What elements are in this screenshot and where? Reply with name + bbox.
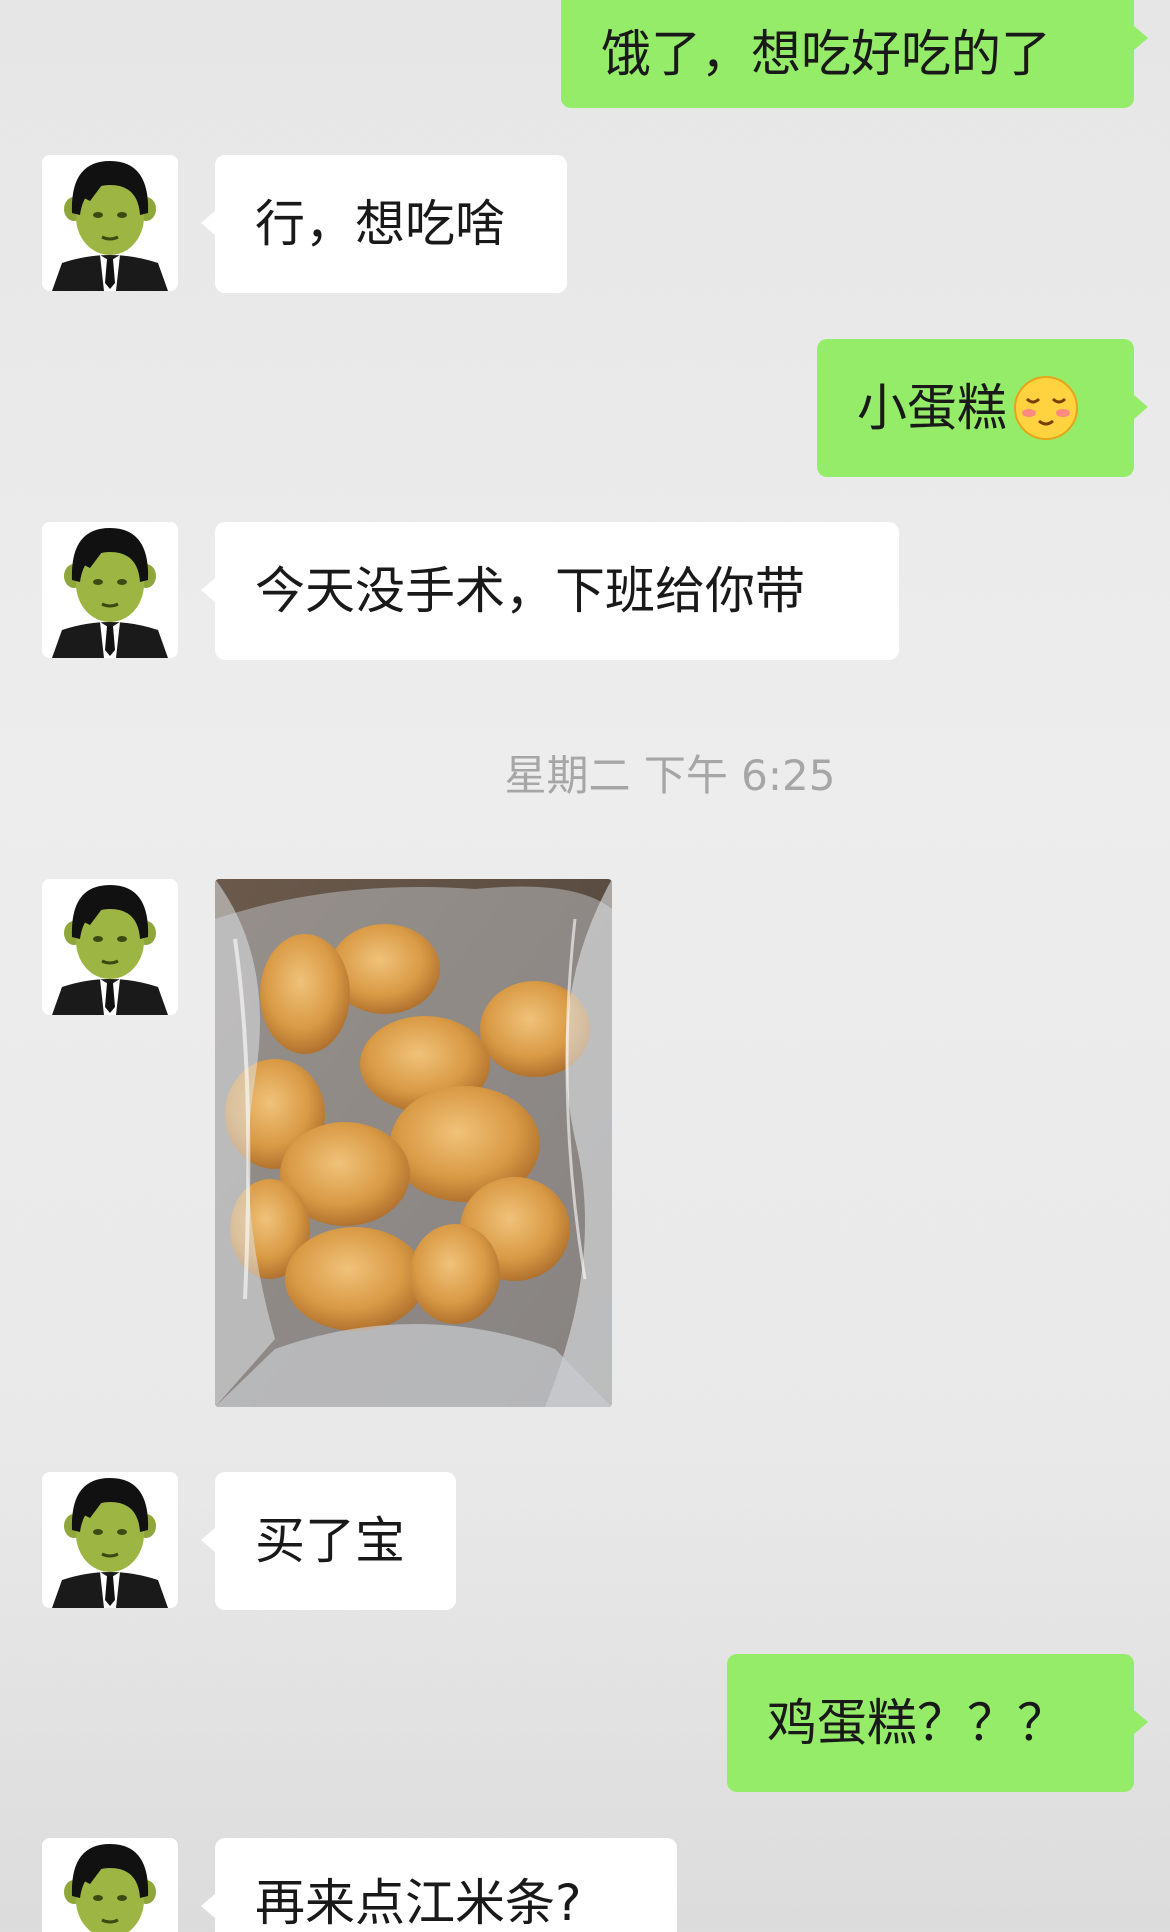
message-bubble-incoming[interactable]: 行，想吃啥 [201,155,567,293]
message-text: 行，想吃啥 [255,195,505,253]
message-bubble-outgoing[interactable]: 鸡蛋糕？？？ [727,1654,1148,1792]
shy-smile-emoji-icon [1014,376,1078,440]
message-bubble-incoming[interactable]: 买了宝 [201,1472,456,1610]
message-text: 买了宝 [255,1512,405,1570]
message-timestamp: 星期二 下午 6:25 [504,751,836,800]
avatar[interactable] [42,1472,178,1608]
message-text: 饿了，想吃好吃的了 [601,25,1051,83]
avatar[interactable] [42,879,178,1015]
avatar-image [42,1472,178,1608]
message-bubble-outgoing[interactable]: 小蛋糕 [817,339,1148,477]
avatar-image [42,155,178,291]
avatar-image [42,522,178,658]
avatar-image [42,879,178,1015]
message-text: 小蛋糕 [857,379,1007,437]
cakes-in-plastic-bag-photo[interactable] [215,879,612,1407]
message-text: 再来点江米条? [255,1874,582,1932]
chat-area[interactable]: 饿了，想吃好吃的了 行，想吃啥 小蛋糕 今天没手术，下班给你带 星期二 下午 6… [0,0,1170,1932]
message-bubble-incoming[interactable]: 再来点江米条? [201,1838,677,1932]
photo-image [215,879,612,1407]
message-bubble-incoming[interactable]: 今天没手术，下班给你带 [201,522,899,660]
message-bubble-outgoing[interactable]: 饿了，想吃好吃的了 [561,0,1148,108]
avatar[interactable] [42,1838,178,1932]
avatar[interactable] [42,522,178,658]
message-text: 鸡蛋糕？？？ [767,1694,1067,1752]
avatar-image [42,1838,178,1932]
avatar[interactable] [42,155,178,291]
message-text: 今天没手术，下班给你带 [255,562,805,620]
